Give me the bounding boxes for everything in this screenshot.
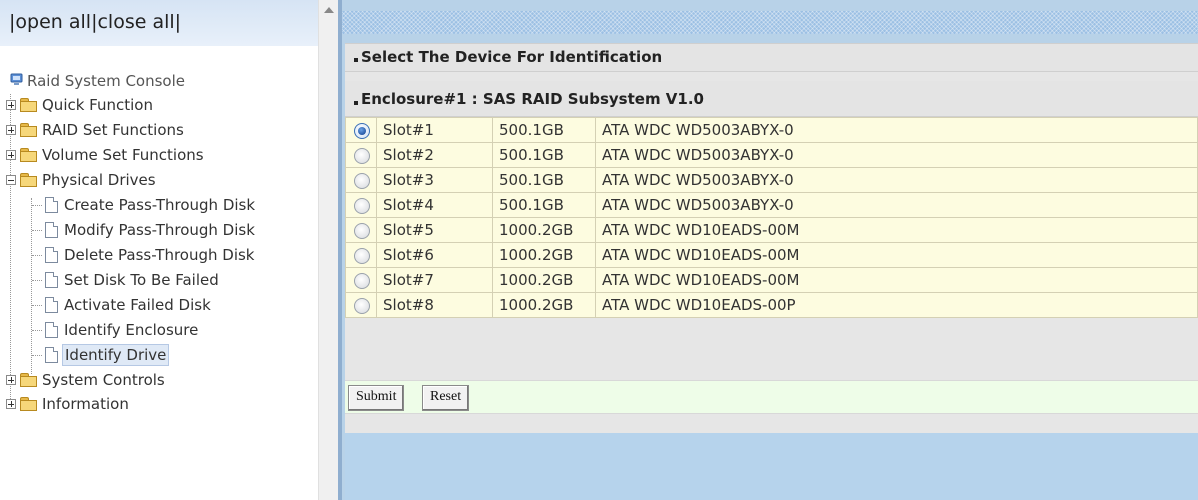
document-icon [45,272,58,288]
model-cell: ATA WDC WD10EADS-00M [595,242,1198,268]
slot-cell: Slot#1 [376,117,493,143]
drive-row[interactable]: Slot#6 1000.2GB ATA WDC WD10EADS-00M [345,242,1198,268]
model-cell: ATA WDC WD10EADS-00M [595,217,1198,243]
drive-radio[interactable] [354,122,370,139]
capacity-cell: 1000.2GB [492,242,596,268]
folder-icon [20,148,37,162]
document-icon [45,322,58,338]
radio-cell [345,192,377,218]
selected-tree-label: Identify Drive [62,344,170,366]
capacity-cell: 500.1GB [492,192,596,218]
bullet-icon [354,58,358,62]
section-header: Select The Device For Identification [345,44,1198,72]
model-cell: ATA WDC WD5003ABYX-0 [595,117,1198,143]
slot-cell: Slot#2 [376,142,493,168]
open-close-bar: |open all|close all| [0,0,318,46]
document-icon [45,247,58,263]
enclosure-header: Enclosure#1 : SAS RAID Subsystem V1.0 [345,81,1198,117]
document-icon [45,222,58,238]
button-row: Submit Reset [345,380,1198,414]
drive-table: Slot#1 500.1GB ATA WDC WD5003ABYX-0 Slot#2 5… [345,117,1198,318]
open-close-links: |open all|close all| [9,11,182,33]
drive-radio[interactable] [354,272,370,289]
model-cell: ATA WDC WD5003ABYX-0 [595,167,1198,193]
slot-cell: Slot#7 [376,267,493,293]
bullet-icon [354,101,358,105]
drive-row[interactable]: Slot#7 1000.2GB ATA WDC WD10EADS-00M [345,267,1198,293]
navigation-frame: |open all|close all| Raid System Console… [0,0,318,500]
radio-cell [345,292,377,318]
tree-guide-line [31,198,32,374]
radio-cell [345,142,377,168]
capacity-cell: 500.1GB [492,117,596,143]
top-pattern-strip [342,11,1198,34]
slot-cell: Slot#4 [376,192,493,218]
tree-guide-line [10,94,11,403]
vertical-scrollbar[interactable] [318,0,339,500]
capacity-cell: 500.1GB [492,167,596,193]
document-icon [45,197,58,213]
drive-row[interactable]: Slot#8 1000.2GB ATA WDC WD10EADS-00P [345,292,1198,318]
expand-plus-icon[interactable] [6,399,16,409]
drive-radio[interactable] [354,147,370,164]
bottom-band [345,433,1198,500]
slot-cell: Slot#5 [376,217,493,243]
folder-icon [20,98,37,112]
collapse-minus-icon[interactable] [6,175,16,185]
radio-cell [345,167,377,193]
drive-row[interactable]: Slot#5 1000.2GB ATA WDC WD10EADS-00M [345,217,1198,243]
console-icon [10,73,23,85]
model-cell: ATA WDC WD10EADS-00P [595,292,1198,318]
drive-radio[interactable] [354,297,370,314]
model-cell: ATA WDC WD5003ABYX-0 [595,142,1198,168]
expand-plus-icon[interactable] [6,125,16,135]
scroll-up-arrow-icon[interactable] [324,7,334,13]
slot-cell: Slot#3 [376,167,493,193]
expand-plus-icon[interactable] [6,100,16,110]
identify-drive-panel: Select The Device For Identification Enc… [345,43,1198,434]
close-all-link[interactable]: close all [97,11,174,33]
slot-cell: Slot#8 [376,292,493,318]
slot-cell: Slot#6 [376,242,493,268]
drive-row[interactable]: Slot#2 500.1GB ATA WDC WD5003ABYX-0 [345,142,1198,168]
drive-radio[interactable] [354,172,370,189]
drive-radio[interactable] [354,197,370,214]
reset-button[interactable]: Reset [422,385,470,411]
capacity-cell: 500.1GB [492,142,596,168]
drive-row[interactable]: Slot#3 500.1GB ATA WDC WD5003ABYX-0 [345,167,1198,193]
model-cell: ATA WDC WD5003ABYX-0 [595,192,1198,218]
drive-row[interactable]: Slot#4 500.1GB ATA WDC WD5003ABYX-0 [345,192,1198,218]
drive-row[interactable]: Slot#1 500.1GB ATA WDC WD5003ABYX-0 [345,117,1198,143]
drive-radio[interactable] [354,222,370,239]
radio-cell [345,267,377,293]
drive-radio[interactable] [354,247,370,264]
folder-icon [20,123,37,137]
document-icon [45,347,58,363]
capacity-cell: 1000.2GB [492,267,596,293]
expand-plus-icon[interactable] [6,375,16,385]
capacity-cell: 1000.2GB [492,217,596,243]
open-folder-icon [20,173,37,187]
capacity-cell: 1000.2GB [492,292,596,318]
folder-icon [20,397,37,411]
document-icon [45,297,58,313]
open-all-link[interactable]: open all [15,11,91,33]
expand-plus-icon[interactable] [6,150,16,160]
submit-button[interactable]: Submit [348,385,405,411]
radio-cell [345,117,377,143]
model-cell: ATA WDC WD10EADS-00M [595,267,1198,293]
content-frame: Select The Device For Identification Enc… [342,0,1198,500]
radio-cell [345,242,377,268]
radio-cell [345,217,377,243]
folder-icon [20,373,37,387]
